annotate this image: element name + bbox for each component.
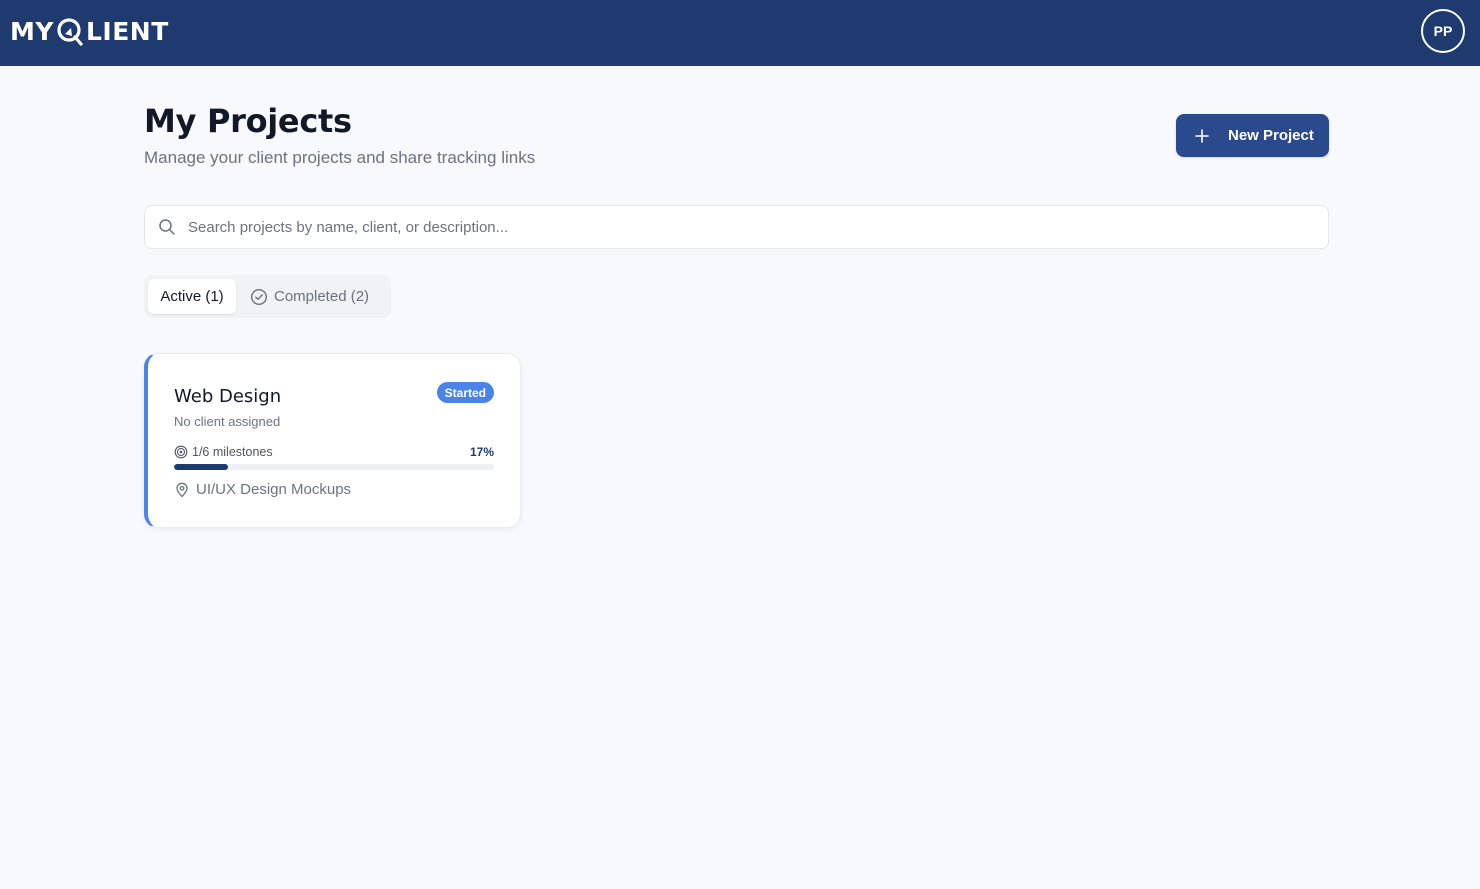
logo-text-left: MY <box>10 16 54 46</box>
logo-magnifier-icon <box>55 16 85 46</box>
project-card[interactable]: Web Design Started No client assigned 1/… <box>144 353 521 528</box>
project-status-tabs: Active (1) Completed (2) <box>144 275 391 318</box>
user-avatar[interactable]: PP <box>1421 9 1465 53</box>
top-navbar: MY LIENT PP <box>0 0 1480 66</box>
project-client: No client assigned <box>174 414 281 429</box>
milestone-count: 1/6 milestones <box>174 445 273 459</box>
current-milestone: UI/UX Design Mockups <box>174 481 351 498</box>
new-project-button[interactable]: New Project <box>1176 114 1329 157</box>
project-title: Web Design <box>174 386 282 407</box>
current-milestone-label: UI/UX Design Mockups <box>196 481 352 498</box>
search-icon <box>158 218 176 236</box>
check-circle-icon <box>250 288 268 306</box>
tab-completed[interactable]: Completed (2) <box>236 279 369 314</box>
tab-active[interactable]: Active (1) <box>148 279 236 314</box>
progress-bar-fill <box>174 464 229 470</box>
map-pin-icon <box>174 482 190 498</box>
status-badge: Started <box>436 382 494 403</box>
search-bar <box>144 205 1329 249</box>
target-icon <box>174 445 188 459</box>
tab-completed-label: Completed (2) <box>274 288 370 305</box>
progress-bar <box>174 464 494 470</box>
tab-active-label: Active (1) <box>160 288 224 305</box>
logo-text-right: LIENT <box>85 16 169 46</box>
avatar-initials: PP <box>1433 23 1453 39</box>
search-input[interactable] <box>188 207 1328 247</box>
milestone-count-label: 1/6 milestones <box>192 445 273 459</box>
page-title: My Projects <box>144 102 352 140</box>
page-subtitle: Manage your client projects and share tr… <box>144 148 536 167</box>
new-project-label: New Project <box>1228 127 1314 144</box>
plus-icon <box>1194 128 1210 144</box>
app-logo[interactable]: MY LIENT <box>10 14 169 48</box>
progress-percent: 17% <box>469 445 494 459</box>
